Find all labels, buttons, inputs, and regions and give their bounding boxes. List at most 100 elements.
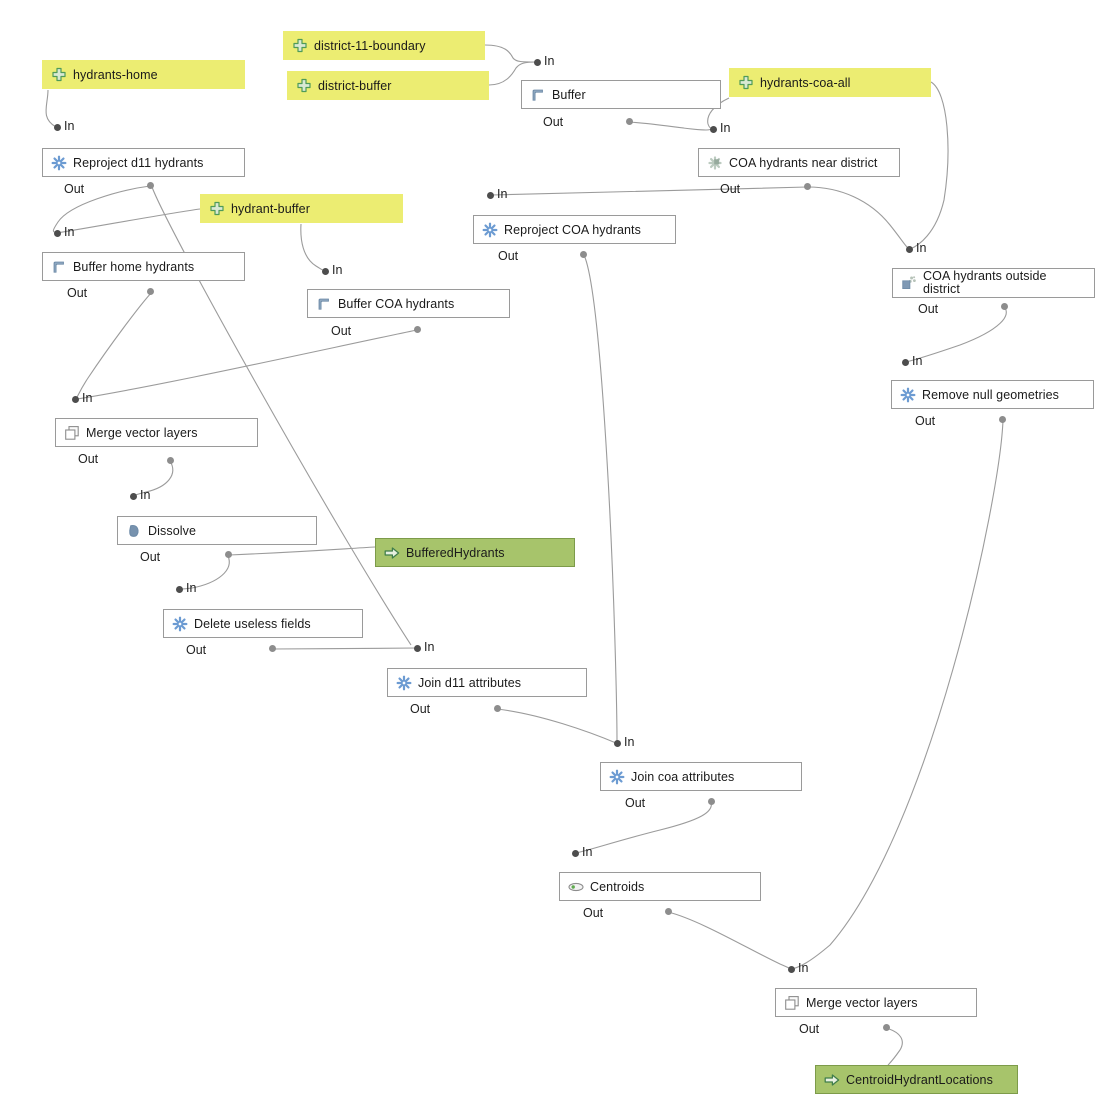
model-node-dissolve[interactable]: Dissolve <box>117 516 317 545</box>
port-label-p-out-12: Out <box>498 249 519 263</box>
model-node-label: Reproject d11 hydrants <box>73 155 204 170</box>
port-out-p-out-2[interactable] <box>147 288 154 295</box>
port-in-p-in-5[interactable] <box>176 586 183 593</box>
port-in-p-in-14[interactable] <box>322 268 329 275</box>
model-node-reproject-coa-hydrants[interactable]: Reproject COA hydrants <box>473 215 676 244</box>
model-node-label: COA hydrants outside district <box>923 270 1047 296</box>
connector-hydrants-home-to-reproject-d11-hydrants <box>45 89 57 128</box>
model-node-remove-null-geometries[interactable]: Remove null geometries <box>891 380 1094 409</box>
model-designer-canvas[interactable]: hydrants-home district-11-boundary distric… <box>0 0 1107 1108</box>
port-in-p-in-6[interactable] <box>414 645 421 652</box>
model-node-hydrant-buffer[interactable]: hydrant-buffer <box>200 194 403 223</box>
port-in-p-in-8[interactable] <box>572 850 579 857</box>
port-out-p-out-5[interactable] <box>269 645 276 652</box>
port-out-p-out-11[interactable] <box>804 183 811 190</box>
model-node-label: Merge vector layers <box>806 995 918 1010</box>
model-node-join-coa-attributes[interactable]: Join coa attributes <box>600 762 802 791</box>
model-node-district-buffer[interactable]: district-buffer <box>287 71 489 100</box>
port-out-p-out-13[interactable] <box>414 326 421 333</box>
model-node-label: Buffer home hydrants <box>73 259 195 274</box>
port-out-p-out-7[interactable] <box>708 798 715 805</box>
model-node-hydrants-coa-all[interactable]: hydrants-coa-all <box>729 68 931 97</box>
port-out-p-out-1[interactable] <box>147 182 154 189</box>
model-node-buffer[interactable]: Buffer <box>521 80 721 109</box>
model-node-coa-hydrants-near-district[interactable]: COA hydrants near district <box>698 148 900 177</box>
model-node-label: Buffer COA hydrants <box>338 296 455 311</box>
port-out-p-out-14[interactable] <box>1001 303 1008 310</box>
port-label-p-out-15: Out <box>915 414 936 428</box>
port-label-p-in-2: In <box>64 225 75 239</box>
model-node-label: Dissolve <box>148 523 197 538</box>
model-node-merge-vector-layers-2[interactable]: Merge vector layers <box>775 988 977 1017</box>
port-label-p-in-7: In <box>624 735 635 749</box>
model-node-label: Join d11 attributes <box>418 675 522 690</box>
connector-dissolve-to-buffered-hydrants <box>228 546 376 556</box>
port-in-p-in-13[interactable] <box>906 246 913 253</box>
port-in-p-in-1[interactable] <box>54 124 61 131</box>
port-out-p-out-9[interactable] <box>883 1024 890 1031</box>
snowflake-icon <box>172 616 188 632</box>
merge-icon <box>784 995 800 1011</box>
snowflake-icon <box>51 155 67 171</box>
port-label-p-in-6: In <box>424 640 435 654</box>
model-node-centroids[interactable]: Centroids <box>559 872 761 901</box>
model-node-join-d11-attributes[interactable]: Join d11 attributes <box>387 668 587 697</box>
model-node-label: Remove null geometries <box>922 387 1059 402</box>
port-label-p-out-14: Out <box>918 302 939 316</box>
model-node-buffer-coa-hydrants[interactable]: Buffer COA hydrants <box>307 289 510 318</box>
model-node-label: Delete useless fields <box>194 616 311 631</box>
model-node-label: Buffer <box>552 87 586 102</box>
port-label-p-in-14: In <box>332 263 343 277</box>
port-in-p-in-10[interactable] <box>534 59 541 66</box>
model-node-buffered-hydrants[interactable]: BufferedHydrants <box>375 538 575 567</box>
model-node-label: Join coa attributes <box>631 769 735 784</box>
model-node-district-11-boundary[interactable]: district-11-boundary <box>283 31 485 60</box>
model-node-reproject-d11-hydrants[interactable]: Reproject d11 hydrants <box>42 148 245 177</box>
buffer-icon <box>530 87 546 103</box>
snowflake-icon <box>900 387 916 403</box>
model-node-centroid-hydrant-locations[interactable]: CentroidHydrantLocations <box>815 1065 1018 1094</box>
port-label-p-out-11: Out <box>720 182 741 196</box>
model-node-hydrants-home[interactable]: hydrants-home <box>42 60 245 89</box>
model-node-buffer-home-hydrants[interactable]: Buffer home hydrants <box>42 252 245 281</box>
port-label-p-out-8: Out <box>583 906 604 920</box>
port-label-p-out-9: Out <box>799 1022 820 1036</box>
port-out-p-out-12[interactable] <box>580 251 587 258</box>
port-label-p-in-1: In <box>64 119 75 133</box>
port-out-p-out-8[interactable] <box>665 908 672 915</box>
port-in-p-in-7[interactable] <box>614 740 621 747</box>
plus-icon <box>209 201 225 217</box>
port-label-p-out-7: Out <box>625 796 646 810</box>
model-node-merge-vector-layers-1[interactable]: Merge vector layers <box>55 418 258 447</box>
connector-centroids-to-merge-vector-layers-2 <box>667 911 792 970</box>
model-node-label: hydrants-home <box>73 67 158 82</box>
port-in-p-in-9[interactable] <box>788 966 795 973</box>
port-in-p-in-11[interactable] <box>710 126 717 133</box>
port-out-p-out-6[interactable] <box>494 705 501 712</box>
port-label-p-out-3: Out <box>78 452 99 466</box>
model-node-label: BufferedHydrants <box>406 545 505 560</box>
model-node-delete-useless-fields[interactable]: Delete useless fields <box>163 609 363 638</box>
snowflake-icon <box>482 222 498 238</box>
port-out-p-out-10[interactable] <box>626 118 633 125</box>
model-node-coa-hydrants-outside-district[interactable]: COA hydrants outside district <box>892 268 1095 298</box>
select-location-icon <box>707 155 723 171</box>
model-node-label: hydrants-coa-all <box>760 75 851 90</box>
plus-icon <box>738 75 754 91</box>
port-in-p-in-15[interactable] <box>902 359 909 366</box>
port-out-p-out-15[interactable] <box>999 416 1006 423</box>
port-out-p-out-4[interactable] <box>225 551 232 558</box>
model-node-label: Merge vector layers <box>86 425 198 440</box>
port-in-p-in-4[interactable] <box>130 493 137 500</box>
port-in-p-in-3[interactable] <box>72 396 79 403</box>
port-label-p-out-13: Out <box>331 324 352 338</box>
model-node-label: Reproject COA hydrants <box>504 222 641 237</box>
port-in-p-in-2[interactable] <box>54 230 61 237</box>
centroid-icon <box>568 879 584 895</box>
port-label-p-in-4: In <box>140 488 151 502</box>
model-node-label: district-buffer <box>318 78 392 93</box>
port-label-p-in-8: In <box>582 845 593 859</box>
port-out-p-out-3[interactable] <box>167 457 174 464</box>
connector-coa-hydrants-near-district-2-to-reproject-coa-hydrants <box>490 186 808 196</box>
port-in-p-in-12[interactable] <box>487 192 494 199</box>
